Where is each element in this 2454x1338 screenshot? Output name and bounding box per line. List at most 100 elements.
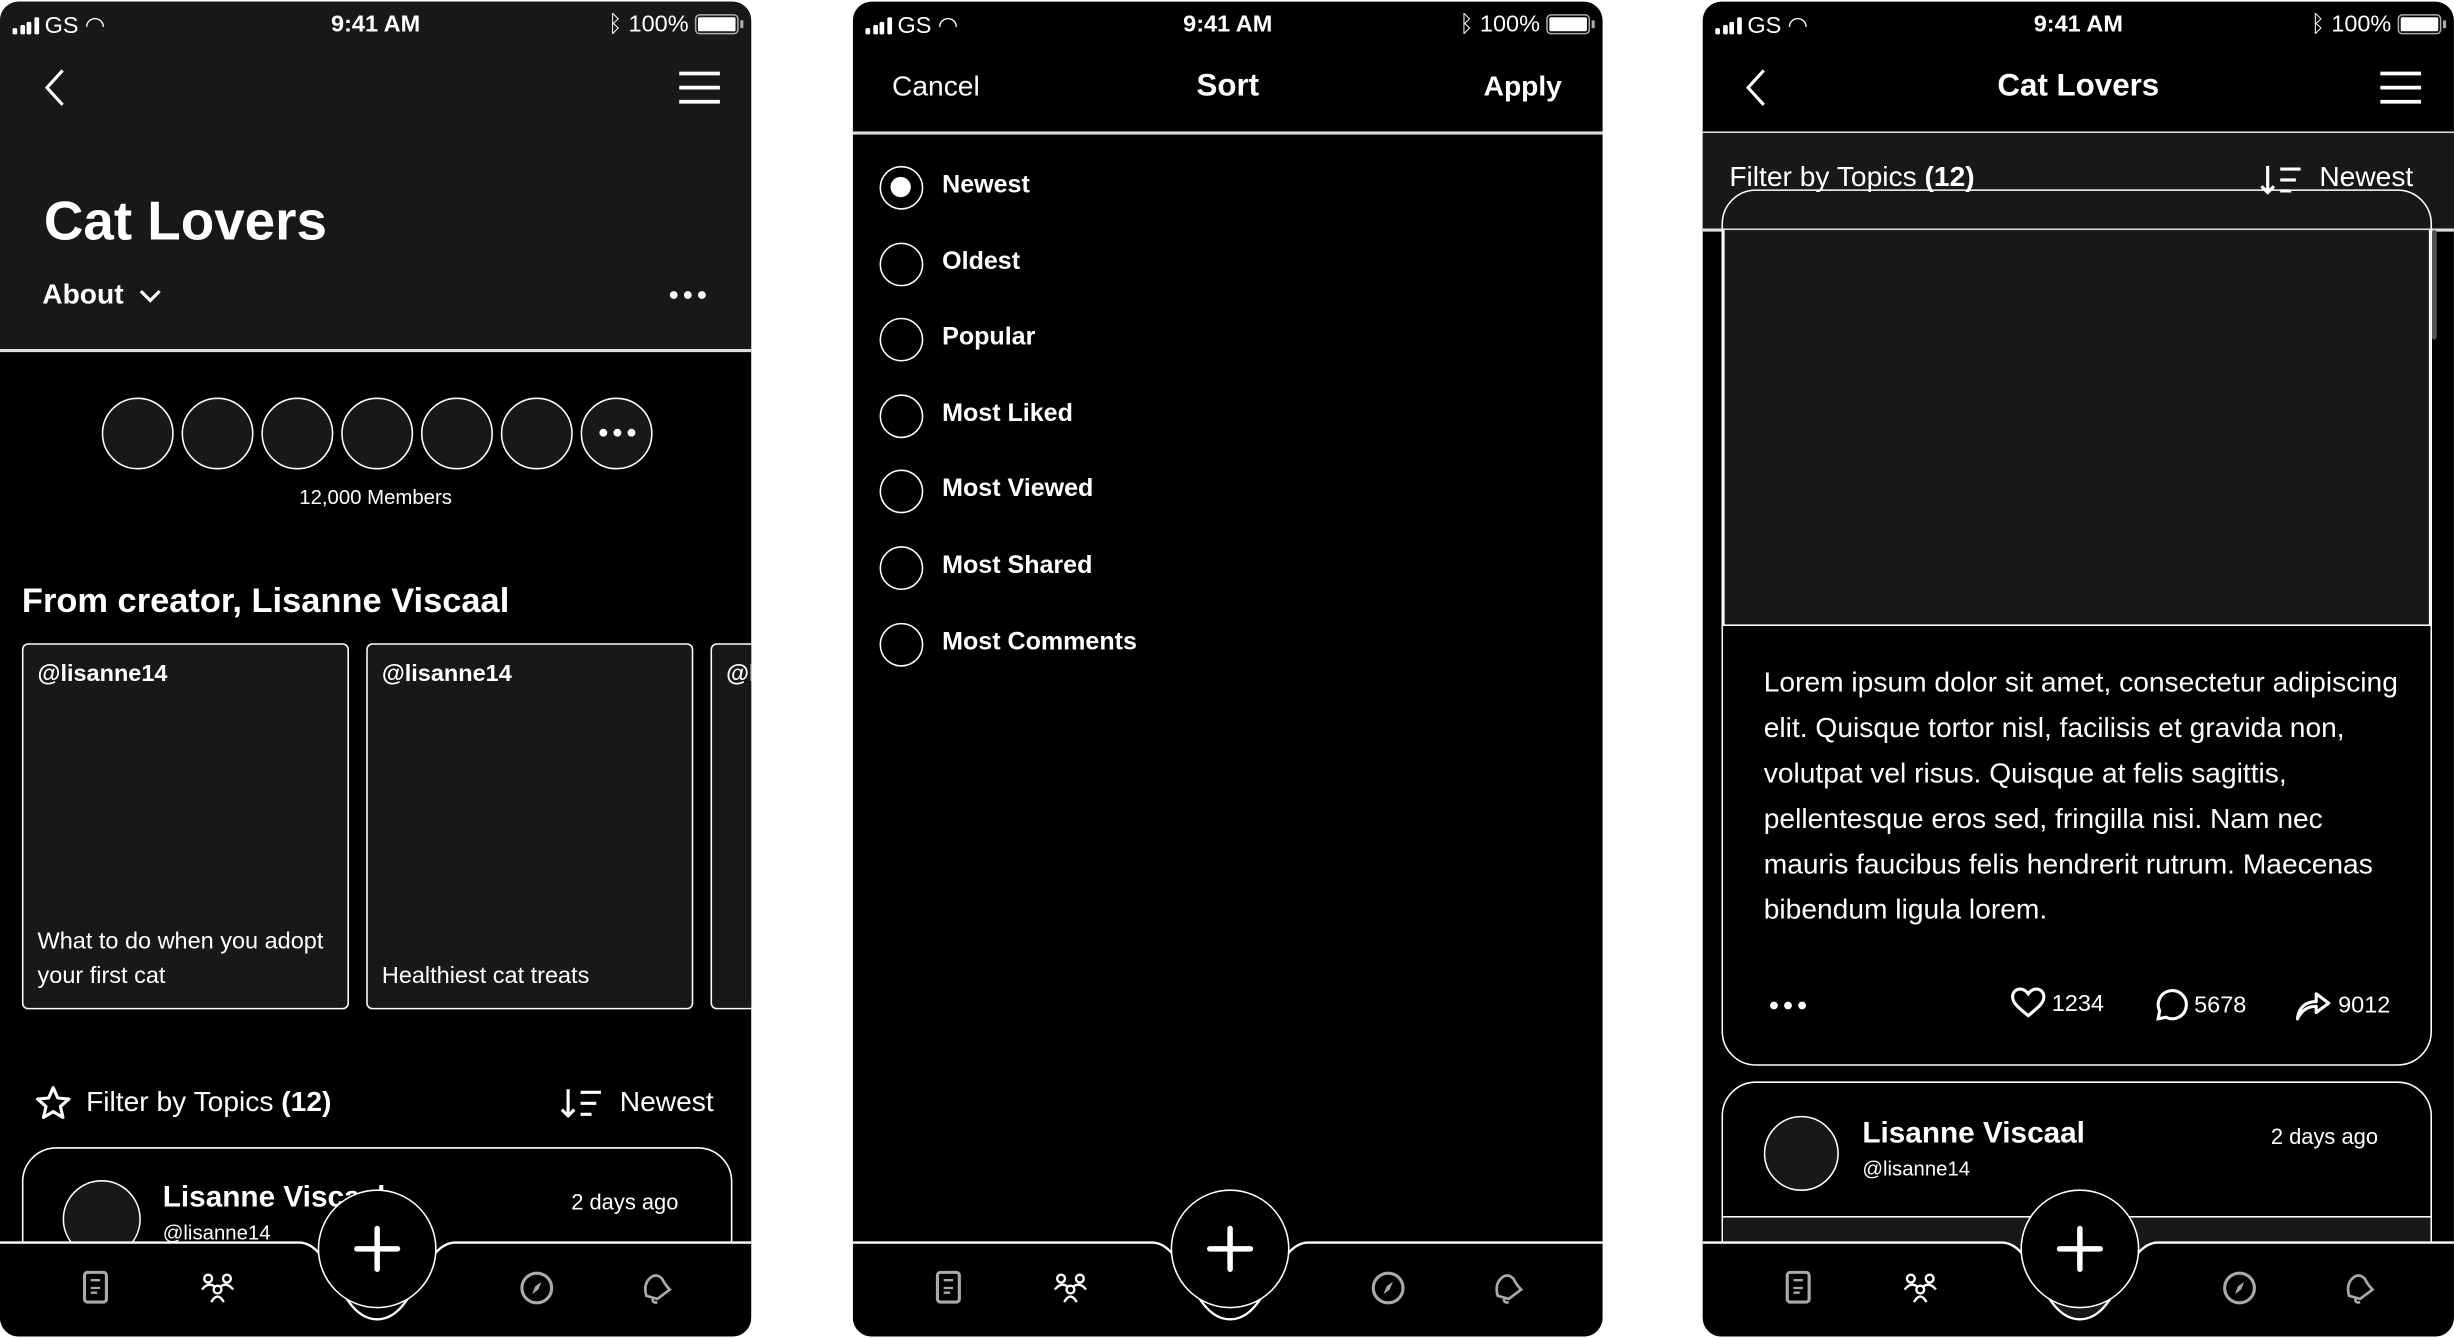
card-caption: Healthiest cat treats	[381, 962, 590, 990]
card-handle: @lisanne14	[381, 660, 512, 688]
radio-button[interactable]	[879, 165, 924, 210]
section-title: From creator, Lisanne Viscaal	[21, 580, 510, 620]
radio-button[interactable]	[879, 470, 924, 514]
feed-icon[interactable]	[81, 1270, 115, 1305]
bluetooth-icon: ᛒ	[1459, 10, 1474, 38]
member-avatar[interactable]	[181, 397, 254, 470]
post-text: Lorem ipsum dolor sit amet, consectetur …	[1763, 666, 2398, 925]
star-icon	[35, 1086, 71, 1119]
community-title: Cat Lovers	[1997, 68, 2160, 104]
like-count: 1234	[2051, 989, 2104, 1017]
radio-button[interactable]	[879, 317, 924, 362]
feed-icon[interactable]	[934, 1270, 968, 1305]
menu-icon[interactable]	[2379, 70, 2423, 104]
battery-icon	[1546, 14, 1595, 35]
radio-button[interactable]	[879, 394, 924, 438]
notifications-icon[interactable]	[639, 1271, 673, 1305]
battery-percent: 100%	[2331, 10, 2392, 38]
status-bar: GS ◠ 9:41 AM ᛒ 100%	[853, 2, 1603, 46]
sort-option-label: Popular	[942, 324, 1036, 351]
member-count: 12,000 Members	[299, 485, 452, 509]
filter-label: Filter by Topics	[1729, 161, 1917, 193]
member-avatar[interactable]	[500, 397, 573, 470]
like-button[interactable]: 1234	[2011, 987, 2104, 1019]
communities-icon[interactable]	[1053, 1271, 1088, 1305]
share-icon	[2295, 992, 2331, 1021]
member-avatar[interactable]	[101, 397, 174, 470]
chevron-down-icon	[139, 289, 161, 302]
plus-icon	[2056, 1225, 2103, 1272]
bluetooth-icon: ᛒ	[2310, 10, 2326, 38]
communities-icon[interactable]	[1903, 1271, 1937, 1305]
radio-button[interactable]	[879, 622, 924, 667]
filter-topics-button[interactable]: Filter by Topics (12)	[86, 1086, 331, 1119]
sort-icon[interactable]	[560, 1088, 604, 1119]
post-author[interactable]: Lisanne Viscaal	[1862, 1117, 2085, 1151]
comment-count: 5678	[2194, 991, 2247, 1019]
post-image[interactable]	[1723, 230, 2431, 627]
filter-count: (12)	[281, 1086, 332, 1118]
add-post-button[interactable]	[317, 1189, 437, 1309]
comment-icon	[2156, 989, 2188, 1021]
sort-option-label: Most Liked	[942, 400, 1073, 427]
share-button[interactable]: 9012	[2294, 988, 2390, 1022]
more-options-icon[interactable]	[669, 291, 706, 299]
author-avatar[interactable]	[1763, 1115, 1839, 1191]
member-avatar[interactable]	[420, 397, 493, 470]
plus-icon	[354, 1225, 401, 1272]
card-handle: @lisanne14	[726, 660, 751, 688]
add-post-button[interactable]	[1170, 1189, 1290, 1309]
post-time: 2 days ago	[2270, 1123, 2379, 1149]
notifications-icon[interactable]	[1490, 1271, 1524, 1305]
battery-icon	[2397, 14, 2447, 35]
radio-button[interactable]	[879, 241, 924, 286]
community-feed-screen: GS ◠ 9:41 AM ᛒ 100% Cat Lovers Filter by T…	[1702, 1, 2454, 1337]
radio-button[interactable]	[879, 546, 924, 591]
member-avatar[interactable]	[341, 397, 414, 470]
status-bar: GS ◠ 9:41 AM ᛒ 100%	[1703, 2, 2454, 46]
creator-post-card[interactable]: @lisanne14	[710, 643, 752, 1010]
divider	[0, 348, 752, 352]
community-title: Cat Lovers	[43, 190, 327, 252]
card-caption: What to do when you adopt your first cat	[37, 928, 324, 990]
back-icon[interactable]	[39, 67, 70, 108]
notifications-icon[interactable]	[2341, 1271, 2375, 1305]
add-post-button[interactable]	[2020, 1189, 2140, 1309]
sort-option-label: Oldest	[942, 248, 1021, 275]
filter-label: Filter by Topics	[86, 1086, 274, 1118]
menu-icon[interactable]	[678, 70, 722, 104]
battery-percent: 100%	[1479, 10, 1540, 38]
heart-icon	[2011, 987, 2046, 1018]
post-time: 2 days ago	[571, 1189, 679, 1215]
scrollbar[interactable]	[2432, 230, 2437, 340]
creator-post-card[interactable]: @lisanne14 What to do when you adopt your…	[21, 643, 349, 1010]
post-handle: @lisanne14	[1862, 1156, 1971, 1181]
battery-icon	[694, 14, 744, 35]
share-count: 9012	[2338, 991, 2391, 1019]
more-members-button[interactable]	[580, 397, 653, 470]
more-options-icon[interactable]	[1770, 1001, 1807, 1010]
comment-button[interactable]: 5678	[2153, 988, 2246, 1022]
about-dropdown[interactable]: About	[42, 279, 161, 312]
sort-option-label: Most Viewed	[942, 476, 1094, 503]
bluetooth-icon: ᛒ	[608, 10, 623, 38]
card-handle: @lisanne14	[37, 660, 168, 688]
about-label: About	[42, 278, 124, 310]
plus-icon	[1207, 1225, 1254, 1272]
divider	[852, 131, 1603, 134]
explore-icon[interactable]	[1371, 1271, 1405, 1305]
sort-screen: GS ◠ 9:41 AM ᛒ 100% Cancel Sort Apply Newe…	[852, 1, 1603, 1337]
apply-button[interactable]: Apply	[1484, 70, 1562, 103]
communities-icon[interactable]	[200, 1271, 235, 1305]
community-screen: GS ◠ 9:41 AM ᛒ 100% Cat Lovers About 12,00…	[0, 1, 752, 1337]
creator-post-card[interactable]: @lisanne14 Healthiest cat treats	[366, 643, 694, 1010]
explore-icon[interactable]	[520, 1271, 554, 1305]
member-avatar[interactable]	[261, 397, 334, 470]
sort-option-label: Most Shared	[942, 552, 1093, 580]
feed-icon[interactable]	[1784, 1270, 1818, 1305]
battery-percent: 100%	[628, 10, 689, 38]
explore-icon[interactable]	[2222, 1271, 2256, 1305]
sort-option-label: Newest	[942, 172, 1030, 199]
sort-button[interactable]: Newest	[620, 1086, 714, 1119]
more-icon	[599, 428, 636, 437]
